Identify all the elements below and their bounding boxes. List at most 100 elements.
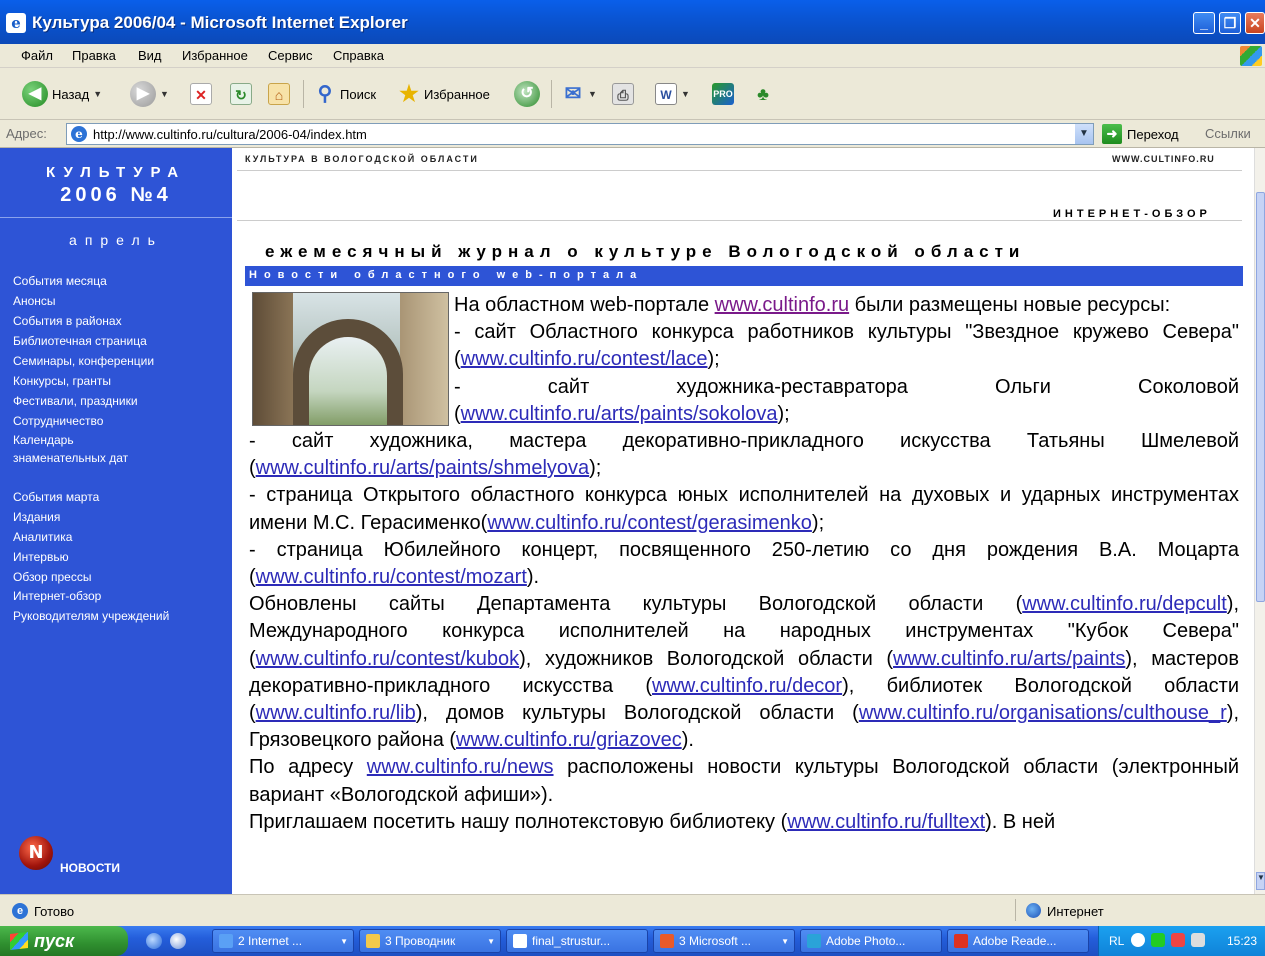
- link-lib[interactable]: www.cultinfo.ru/lib: [256, 702, 416, 724]
- chevron-down-icon[interactable]: ▼: [1075, 124, 1093, 144]
- favorites-button[interactable]: ★ Избранное: [398, 78, 490, 110]
- link-sokolova[interactable]: www.cultinfo.ru/arts/paints/sokolova: [461, 403, 778, 425]
- link-lace[interactable]: www.cultinfo.ru/contest/lace: [461, 348, 708, 370]
- task-photoshop[interactable]: Adobe Photo...: [800, 929, 942, 953]
- link-fulltext[interactable]: www.cultinfo.ru/fulltext: [787, 811, 985, 833]
- scrollbar-thumb[interactable]: [1256, 192, 1265, 602]
- page-ie-icon: e: [71, 126, 87, 142]
- sidebar-link-press-review[interactable]: Обзор прессы: [13, 570, 91, 584]
- vertical-scrollbar[interactable]: ▼: [1254, 148, 1265, 894]
- windows-logo-icon: [1240, 46, 1262, 66]
- chevron-down-icon[interactable]: ▼: [588, 89, 597, 99]
- sidebar-link-seminars[interactable]: Семинары, конференции: [13, 354, 154, 368]
- minimize-button[interactable]: _: [1193, 12, 1215, 34]
- link-culthouse[interactable]: www.cultinfo.ru/organisations/culthouse_…: [859, 702, 1227, 724]
- links-button[interactable]: Ссылки: [1205, 126, 1251, 141]
- article-list-item: - сайт художника, мастера декоративно-пр…: [249, 430, 1239, 480]
- forward-button[interactable]: ▶ ▼: [130, 78, 169, 110]
- messenger-button[interactable]: ♣: [752, 78, 774, 110]
- history-button[interactable]: ↺: [514, 78, 540, 110]
- link-news[interactable]: www.cultinfo.ru/news: [367, 756, 554, 778]
- magazine-title: КУЛЬТУРА: [45, 164, 187, 181]
- link-kubok[interactable]: www.cultinfo.ru/contest/kubok: [256, 648, 519, 670]
- search-button[interactable]: ⚲ Поиск: [314, 78, 376, 110]
- sidebar-link-announcements[interactable]: Анонсы: [13, 294, 56, 308]
- chevron-down-icon[interactable]: ▼: [681, 89, 690, 99]
- article-list-item: - страница Юбилейного концерт, посвященн…: [249, 538, 1239, 589]
- pro-button[interactable]: PRO: [712, 78, 734, 110]
- print-button[interactable]: ⎙: [612, 78, 634, 110]
- word-icon: W: [655, 83, 677, 105]
- news-logo-icon[interactable]: N: [19, 836, 53, 870]
- link-decor[interactable]: www.cultinfo.ru/decor: [652, 675, 842, 697]
- address-input[interactable]: e http://www.cultinfo.ru/cultura/2006-04…: [66, 123, 1094, 145]
- task-adobe-reader[interactable]: Adobe Reade...: [947, 929, 1089, 953]
- pro-icon: PRO: [712, 83, 734, 105]
- news-link[interactable]: НОВОСТИ: [60, 861, 120, 875]
- menu-file[interactable]: Файл: [21, 48, 53, 63]
- refresh-icon: ↻: [230, 83, 252, 105]
- sidebar-link-cooperation[interactable]: Сотрудничество: [13, 414, 103, 428]
- page-ie-icon: e: [12, 903, 28, 919]
- sidebar-link-internet-review[interactable]: Интернет-обзор: [13, 589, 101, 603]
- quicklaunch-desktop-icon[interactable]: [170, 933, 186, 949]
- close-button[interactable]: ✕: [1245, 12, 1265, 34]
- chevron-down-icon[interactable]: ▼: [160, 89, 169, 99]
- sidebar-divider: [0, 217, 232, 218]
- start-label: пуск: [34, 930, 75, 951]
- article-paragraph: Приглашаем посетить нашу полнотекстовую …: [249, 810, 1056, 833]
- mail-button[interactable]: ✉ ▼: [562, 78, 597, 110]
- sidebar-link-contests[interactable]: Конкурсы, гранты: [13, 374, 111, 388]
- menu-view[interactable]: Вид: [138, 48, 162, 63]
- task-word-document[interactable]: final_strustur...: [506, 929, 648, 953]
- edit-button[interactable]: W ▼: [655, 78, 690, 110]
- sidebar-link-managers[interactable]: Руководителям учреждений: [13, 609, 169, 623]
- link-depcult[interactable]: www.cultinfo.ru/depcult: [1022, 593, 1227, 615]
- sidebar-link-library[interactable]: Библиотечная страница: [13, 334, 147, 348]
- link-mozart[interactable]: www.cultinfo.ru/contest/mozart: [256, 566, 527, 588]
- journal-heading: ежемесячный журнал о культуре Вологодско…: [265, 242, 1026, 261]
- chevron-down-icon[interactable]: ▼: [93, 89, 102, 99]
- photoshop-icon: [807, 934, 821, 948]
- tray-app-icon[interactable]: [1171, 933, 1185, 947]
- task-internet-explorer[interactable]: 2 Internet ... ▼: [212, 929, 354, 953]
- sidebar-link-festivals[interactable]: Фестивали, праздники: [13, 394, 138, 408]
- start-button[interactable]: пуск: [0, 926, 128, 956]
- tray-arrow-icon[interactable]: [1131, 933, 1145, 947]
- task-explorer[interactable]: 3 Проводник ▼: [359, 929, 501, 953]
- link-paints[interactable]: www.cultinfo.ru/arts/paints: [893, 648, 1125, 670]
- tray-network-icon[interactable]: [1191, 933, 1205, 947]
- maximize-button[interactable]: ❐: [1219, 12, 1241, 34]
- home-icon: ⌂: [268, 83, 290, 105]
- menu-favorites[interactable]: Избранное: [182, 48, 248, 63]
- link-griazovec[interactable]: www.cultinfo.ru/griazovec: [456, 729, 682, 751]
- sidebar-link-publications[interactable]: Издания: [13, 510, 60, 524]
- sidebar-link-calendar[interactable]: Календарь: [13, 433, 74, 447]
- stop-button[interactable]: ✕: [190, 78, 212, 110]
- sidebar-link-analytics[interactable]: Аналитика: [13, 530, 72, 544]
- sidebar-link-calendar-dates[interactable]: знаменательных дат: [13, 451, 128, 465]
- back-button[interactable]: ◀ Назад ▼: [22, 78, 102, 110]
- go-button[interactable]: ➜ Переход: [1102, 124, 1179, 144]
- sidebar-link-district-events[interactable]: События в районах: [13, 314, 122, 328]
- sidebar-link-events[interactable]: События месяца: [13, 274, 107, 288]
- menu-tools[interactable]: Сервис: [268, 48, 313, 63]
- globe-icon: [1026, 903, 1041, 918]
- quicklaunch-ie-icon[interactable]: [146, 933, 162, 949]
- sidebar-link-march-events[interactable]: События марта: [13, 490, 99, 504]
- scroll-down-icon[interactable]: ▼: [1256, 872, 1265, 890]
- word-icon: [513, 934, 527, 948]
- menu-edit[interactable]: Правка: [72, 48, 116, 63]
- link-gerasimenko[interactable]: www.cultinfo.ru/contest/gerasimenko: [487, 512, 812, 534]
- link-cultinfo[interactable]: www.cultinfo.ru: [715, 294, 850, 316]
- language-indicator[interactable]: RL: [1109, 934, 1124, 948]
- home-button[interactable]: ⌂: [268, 78, 290, 110]
- chevron-down-icon: ▼: [487, 936, 495, 946]
- back-arrow-icon: ◀: [22, 81, 48, 107]
- task-microsoft[interactable]: 3 Microsoft ... ▼: [653, 929, 795, 953]
- link-shmelyova[interactable]: www.cultinfo.ru/arts/paints/shmelyova: [256, 457, 589, 479]
- refresh-button[interactable]: ↻: [230, 78, 252, 110]
- tray-app-icon[interactable]: [1151, 933, 1165, 947]
- sidebar-link-interview[interactable]: Интервью: [13, 550, 69, 564]
- menu-help[interactable]: Справка: [333, 48, 384, 63]
